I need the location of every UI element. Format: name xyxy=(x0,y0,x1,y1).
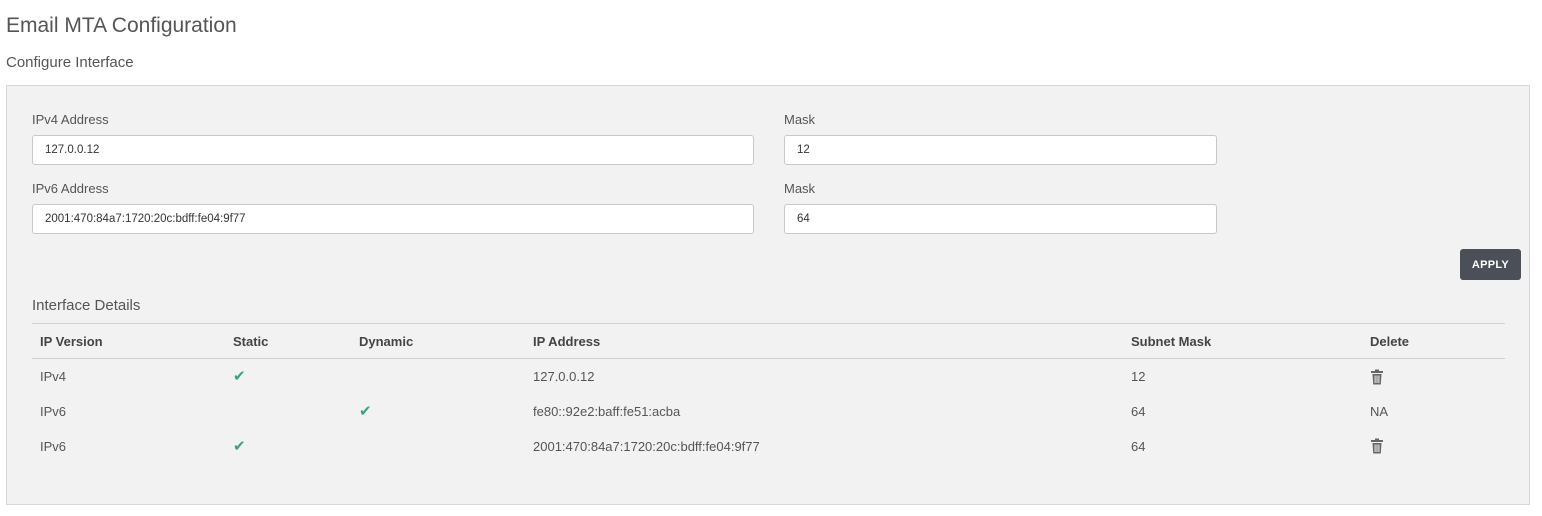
column-header-ip-address: IP Address xyxy=(525,323,1123,359)
subnet-mask-cell: 12 xyxy=(1131,368,1146,384)
ip-version-cell: IPv6 xyxy=(40,438,67,454)
column-header-ip-version: IP Version xyxy=(32,323,225,359)
static-cell xyxy=(225,394,351,429)
ipv4-address-input[interactable] xyxy=(32,135,754,165)
table-row: IPv6 ✔ fe80::92e2:baff:fe51:acba 64 NA xyxy=(32,394,1505,429)
column-header-subnet-mask: Subnet Mask xyxy=(1123,323,1362,359)
subnet-mask-cell: 64 xyxy=(1131,438,1146,454)
column-header-dynamic: Dynamic xyxy=(351,323,525,359)
static-cell: ✔ xyxy=(225,359,351,394)
apply-button[interactable]: APPLY xyxy=(1460,249,1521,280)
table-row: IPv4 ✔ 127.0.0.12 12 xyxy=(32,359,1505,394)
trash-icon[interactable] xyxy=(1370,369,1384,385)
section-title: Configure Interface xyxy=(6,54,134,71)
ipv4-address-label: IPv4 Address xyxy=(32,112,109,127)
column-header-static: Static xyxy=(225,323,351,359)
delete-cell: NA xyxy=(1370,403,1389,419)
dynamic-cell: ✔ xyxy=(351,394,525,429)
dynamic-cell xyxy=(351,359,525,394)
delete-cell xyxy=(1362,359,1505,394)
check-icon: ✔ xyxy=(233,368,246,386)
page-title: Email MTA Configuration xyxy=(6,14,237,37)
ip-version-cell: IPv6 xyxy=(40,403,67,419)
subnet-mask-cell: 64 xyxy=(1131,403,1146,419)
ipv4-mask-input[interactable] xyxy=(784,135,1217,165)
ip-address-cell: 2001:470:84a7:1720:20c:bdff:fe04:9f77 xyxy=(533,438,760,454)
trash-icon[interactable] xyxy=(1370,438,1384,454)
ip-address-cell: fe80::92e2:baff:fe51:acba xyxy=(533,403,681,419)
ipv6-address-label: IPv6 Address xyxy=(32,181,109,196)
dynamic-cell xyxy=(351,429,525,464)
ipv6-address-input[interactable] xyxy=(32,204,754,234)
ipv6-mask-label: Mask xyxy=(784,181,816,196)
ip-version-cell: IPv4 xyxy=(40,368,67,384)
ipv6-mask-input[interactable] xyxy=(784,204,1217,234)
configure-interface-panel: IPv4 Address Mask IPv6 Address Mask APPL… xyxy=(6,85,1530,505)
interface-details-table: IP Version Static Dynamic IP Address Sub… xyxy=(32,323,1505,464)
check-icon: ✔ xyxy=(359,403,372,420)
static-cell: ✔ xyxy=(225,429,351,464)
ipv4-mask-label: Mask xyxy=(784,112,816,127)
delete-cell xyxy=(1362,429,1505,464)
interface-details-title: Interface Details xyxy=(32,297,141,314)
ip-address-cell: 127.0.0.12 xyxy=(533,368,595,384)
table-row: IPv6 ✔ 2001:470:84a7:1720:20c:bdff:fe04:… xyxy=(32,429,1505,464)
column-header-delete: Delete xyxy=(1362,323,1505,359)
check-icon: ✔ xyxy=(233,438,246,455)
table-header-row: IP Version Static Dynamic IP Address Sub… xyxy=(32,323,1505,359)
